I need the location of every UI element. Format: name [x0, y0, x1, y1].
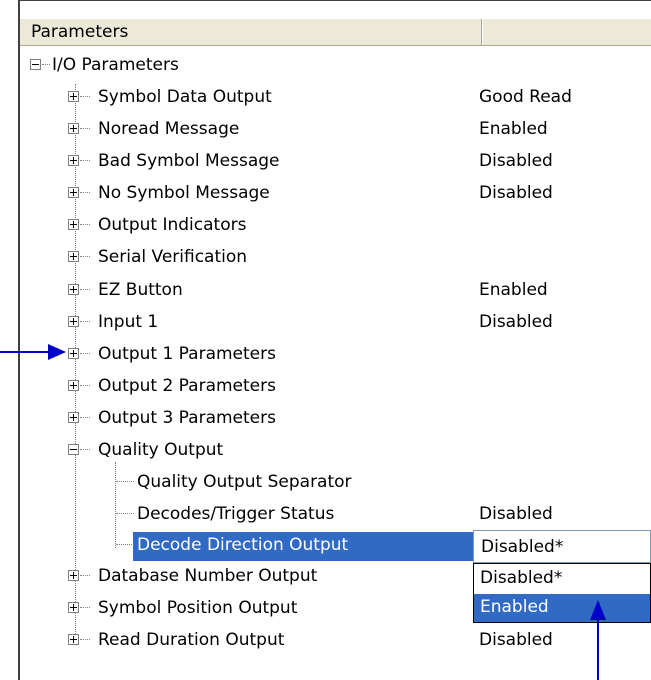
tree-row-value: Disabled — [479, 183, 553, 203]
tree-row-label: Output 3 Parameters — [98, 408, 276, 428]
expand-icon[interactable] — [68, 251, 79, 262]
tree-row-label: Input 1 — [98, 312, 159, 332]
tree-row[interactable]: Symbol Data Output Good Read — [0, 84, 651, 114]
tree-row-label: I/O Parameters — [52, 55, 179, 75]
header-parameters[interactable]: Parameters — [20, 19, 482, 45]
expand-icon[interactable] — [68, 602, 79, 613]
tree-row-label: Read Duration Output — [98, 630, 285, 650]
tree-row-label: Database Number Output — [98, 566, 318, 586]
value-combobox[interactable]: Disabled* — [473, 530, 651, 563]
tree-row-label: Serial Verification — [98, 247, 248, 267]
expand-icon[interactable] — [68, 187, 79, 198]
tree-row-label: EZ Button — [98, 280, 183, 300]
expand-icon[interactable] — [68, 91, 79, 102]
tree-row-label: Quality Output Separator — [137, 472, 352, 492]
tree-line — [80, 449, 90, 450]
tree-row-quality-output[interactable]: Quality Output — [0, 437, 651, 467]
expand-icon[interactable] — [68, 123, 79, 134]
tree-row-value: Good Read — [479, 87, 572, 107]
tree-line — [80, 321, 90, 322]
tree-line — [42, 64, 50, 65]
tree-row[interactable]: Quality Output Separator — [0, 469, 651, 499]
tree-line — [80, 353, 90, 354]
tree-line — [80, 192, 90, 193]
tree-line — [80, 160, 90, 161]
tree-row-label: Symbol Data Output — [98, 87, 272, 107]
tree-row-label: Decodes/Trigger Status — [137, 504, 335, 524]
tree-row[interactable]: EZ Button Enabled — [0, 277, 651, 307]
expand-icon[interactable] — [68, 316, 79, 327]
tree-line — [80, 289, 90, 290]
expand-icon[interactable] — [68, 412, 79, 423]
tree-line — [80, 128, 90, 129]
tree-row-value: Enabled — [479, 119, 548, 139]
expand-icon[interactable] — [68, 284, 79, 295]
tree-row-label: Noread Message — [98, 119, 240, 139]
header-parameters-label: Parameters — [31, 22, 129, 42]
tree-line — [80, 96, 90, 97]
tree-row[interactable]: Database Number Output — [0, 563, 651, 593]
tree-row-value: Disabled — [479, 151, 553, 171]
tree-row-label: Output Indicators — [98, 215, 247, 235]
tree-row-label: Output 2 Parameters — [98, 376, 276, 396]
expand-icon[interactable] — [68, 155, 79, 166]
tree-row[interactable]: Output 2 Parameters — [0, 373, 651, 403]
tree-line — [116, 481, 134, 482]
collapse-icon[interactable] — [68, 444, 79, 455]
tree-row-label: Quality Output — [98, 440, 224, 460]
tree-row-label: No Symbol Message — [98, 183, 270, 203]
expand-icon[interactable] — [68, 570, 79, 581]
tree-row[interactable]: Output 3 Parameters — [0, 405, 651, 435]
expand-icon[interactable] — [68, 219, 79, 230]
tree-line — [80, 417, 90, 418]
header-value[interactable] — [482, 19, 651, 45]
column-header: Parameters — [20, 19, 651, 46]
tree-row-label: Symbol Position Output — [98, 598, 298, 618]
annotation-arrow-up-icon — [590, 600, 606, 680]
tree-row-value: Disabled — [479, 630, 553, 650]
tree-row[interactable]: Read Duration Output Disabled — [0, 627, 651, 657]
collapse-icon[interactable] — [30, 59, 41, 70]
combobox-value: Disabled* — [481, 537, 564, 557]
tree-line — [116, 513, 134, 514]
expand-icon[interactable] — [68, 634, 79, 645]
expand-icon[interactable] — [68, 380, 79, 391]
tree-line — [116, 544, 134, 545]
tree-line — [80, 607, 90, 608]
tree-row-value: Enabled — [479, 280, 548, 300]
tree-row[interactable]: Output 1 Parameters — [0, 341, 651, 371]
tree-row[interactable]: Bad Symbol Message Disabled — [0, 148, 651, 178]
tree-line — [80, 256, 90, 257]
tree-row[interactable]: Symbol Position Output — [0, 595, 651, 625]
annotation-arrow-right-icon — [0, 344, 66, 360]
tree-line — [80, 224, 90, 225]
tree-row[interactable]: Noread Message Enabled — [0, 116, 651, 146]
tree-row[interactable]: Input 1 Disabled — [0, 309, 651, 339]
tree-line — [80, 639, 90, 640]
tree-row-value: Disabled — [479, 504, 553, 524]
tree-row[interactable]: Decodes/Trigger Status Disabled — [0, 501, 651, 531]
tree-row[interactable]: Output Indicators — [0, 212, 651, 242]
tree-row-value: Disabled — [479, 312, 553, 332]
tree-row-io-parameters[interactable]: I/O Parameters — [0, 52, 651, 82]
tree-line — [80, 575, 90, 576]
tree-row-label: Bad Symbol Message — [98, 151, 280, 171]
tree-row-label: Decode Direction Output — [137, 535, 349, 555]
tree-line — [80, 385, 90, 386]
tree-row-label: Output 1 Parameters — [98, 344, 276, 364]
tree-row[interactable]: No Symbol Message Disabled — [0, 180, 651, 210]
tree-row[interactable]: Serial Verification — [0, 244, 651, 274]
